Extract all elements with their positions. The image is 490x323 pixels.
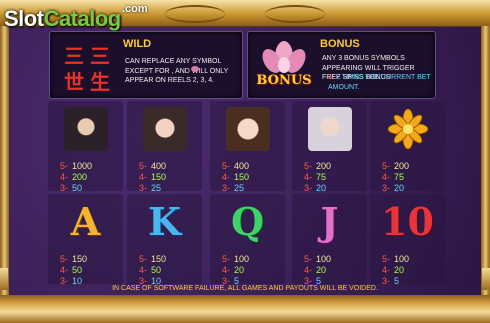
- bonus-title: BONUS: [320, 38, 360, 50]
- bonus-icon-label: BONUS: [256, 73, 312, 88]
- golden-lotus-icon: [380, 107, 436, 151]
- bonus-payline: 3- 2 TIMES THE CURRENT BET AMOUNT.: [328, 73, 432, 92]
- next-page-arrow[interactable]: [482, 268, 490, 290]
- J-pays: 5- 100 4- 20 3- 5: [304, 254, 332, 286]
- elder-pays: 5- 200 4- 75 3- 20: [304, 161, 332, 193]
- letter-j-icon: J: [320, 199, 339, 244]
- paytable-screen: SlotCatalog .com 三 三 世 生 WILD CAN REPLAC…: [0, 0, 490, 323]
- Q-pays: 5- 100 4- 20 3- 5: [222, 254, 250, 286]
- symbol-card-warrior: 5- 1000 4- 200 3- 50: [48, 101, 123, 193]
- warrior-pays: 5- 1000 4- 200 3- 50: [60, 161, 93, 193]
- elder-portrait-icon: [302, 107, 358, 151]
- bonus-pay-key: 3-: [328, 74, 335, 81]
- ornament-left: [165, 5, 225, 23]
- K-pays: 5- 150 4- 50 3- 10: [139, 254, 167, 286]
- wild-char-3: 世: [64, 70, 84, 94]
- letter-a-icon: A: [70, 199, 101, 244]
- symbol-card-10: 10 5- 100 4- 20 3- 5: [370, 194, 445, 286]
- letter-q-icon: Q: [230, 199, 265, 244]
- princess-pays: 5- 400 4- 150 3- 25: [222, 161, 250, 193]
- lotus-bonus-icon: BONUS: [254, 35, 314, 95]
- right-border: [481, 26, 490, 295]
- princess-portrait-icon: [220, 107, 276, 151]
- wild-char-2: 三: [90, 44, 110, 68]
- wild-panel: 三 三 世 生 WILD CAN REPLACE ANY SYMBOL EXCE…: [49, 31, 243, 99]
- A-pays: 5- 150 4- 50 3- 10: [60, 254, 88, 286]
- symbol-card-Q: Q 5- 100 4- 20 3- 5: [210, 194, 285, 286]
- ornament-right: [265, 5, 325, 23]
- prev-page-arrow[interactable]: [0, 268, 8, 290]
- wild-title: WILD: [123, 38, 152, 50]
- wild-char-1: 三: [64, 44, 84, 68]
- number-ten-icon: 10: [381, 199, 434, 244]
- wild-char-4: 生: [90, 70, 110, 94]
- left-border: [0, 26, 9, 295]
- symbol-card-lotus: 5- 200 4- 75 3- 20: [370, 101, 445, 193]
- lotus-pays: 5- 200 4- 75 3- 20: [382, 161, 410, 193]
- symbol-card-princess: 5- 400 4- 150 3- 25: [210, 101, 285, 193]
- site-logo: SlotCatalog: [4, 6, 121, 31]
- symbol-card-A: A 5- 150 4- 50 3- 10: [48, 194, 123, 286]
- warrior-portrait-icon: [58, 107, 114, 151]
- lady-portrait-icon: [137, 107, 193, 151]
- disclaimer-text: IN CASE OF SOFTWARE FAILURE, ALL GAMES A…: [112, 285, 378, 292]
- symbol-card-J: J 5- 100 4- 20 3- 5: [292, 194, 367, 286]
- lady-pays: 5- 400 4- 150 3- 25: [139, 161, 167, 193]
- wild-symbol-icon: 三 三 世 生: [60, 40, 116, 94]
- bonus-pay-value: 2 TIMES THE CURRENT BET AMOUNT.: [328, 74, 431, 91]
- symbol-card-lady: 5- 400 4- 150 3- 25: [127, 101, 202, 193]
- bottom-gold-border: [0, 295, 490, 323]
- wild-description: CAN REPLACE ANY SYMBOL EXCEPT FOR , AND …: [125, 58, 229, 84]
- symbol-card-K: K 5- 150 4- 50 3- 10: [127, 194, 202, 286]
- bonus-mini-icon: [191, 66, 199, 72]
- bonus-panel: BONUS BONUS ANY 3 BONUS SYMBOLS APPEARIN…: [247, 31, 436, 99]
- symbol-card-elder: 5- 200 4- 75 3- 20: [292, 101, 367, 193]
- logo-suffix: .com: [122, 3, 148, 15]
- letter-k-icon: K: [147, 199, 182, 244]
- 10-pays: 5- 100 4- 20 3- 5: [382, 254, 410, 286]
